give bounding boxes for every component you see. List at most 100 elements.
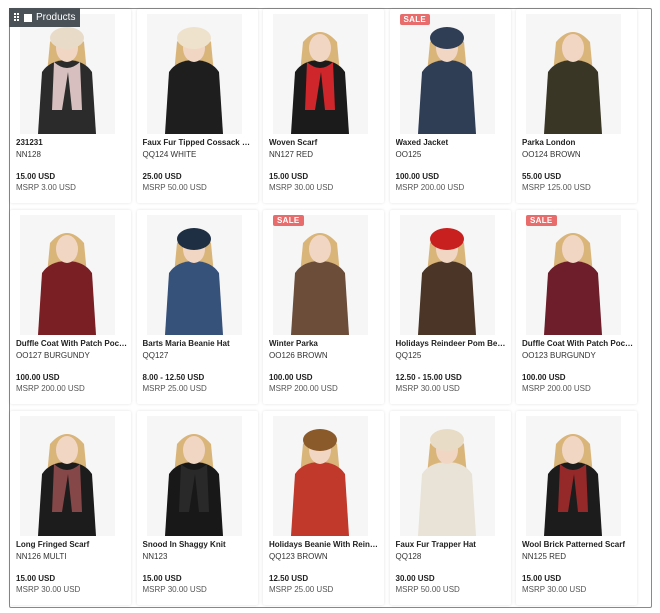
model-illustration-icon	[273, 215, 368, 335]
model-illustration-icon	[20, 215, 115, 335]
product-card[interactable]: Barts Maria Beanie Hat QQ127 8.00 - 12.50 …	[136, 210, 258, 404]
product-name[interactable]: Holidays Reindeer Pom Beanie	[396, 339, 508, 348]
product-name[interactable]: Winter Parka	[269, 339, 381, 348]
product-card[interactable]: Holidays Reindeer Pom Beanie QQ125 12.50 -…	[389, 210, 511, 404]
model-illustration-icon	[399, 416, 495, 536]
product-msrp: MSRP 25.00 USD	[269, 585, 334, 594]
model-illustration-icon	[526, 215, 621, 335]
product-name[interactable]: Long Fringed Scarf	[16, 540, 128, 549]
drag-handle-icon[interactable]	[14, 13, 20, 22]
model-illustration-icon	[20, 14, 115, 134]
product-code: QQ127	[142, 351, 169, 360]
product-price: 15.00 USD	[269, 172, 309, 181]
product-name[interactable]: Duffle Coat With Patch Pockets	[522, 339, 634, 348]
product-card[interactable]: SALE Waxed Jacket OO125 100.00 USD MSRP 200.…	[389, 9, 511, 203]
product-msrp: MSRP 200.00 USD	[269, 384, 338, 393]
product-image[interactable]	[399, 215, 495, 335]
panel-title: Products	[36, 12, 76, 23]
product-name[interactable]: Snood In Shaggy Knit	[143, 540, 255, 549]
product-image[interactable]: SALE	[399, 14, 495, 134]
product-image[interactable]	[146, 215, 242, 335]
product-card[interactable]: 231231 NN128 15.00 USD MSRP 3.00 USD	[10, 9, 131, 203]
product-price: 15.00 USD	[142, 574, 182, 583]
sale-badge: SALE	[273, 215, 304, 226]
products-tag[interactable]: Products	[9, 8, 80, 27]
product-code: NN125 RED	[522, 552, 567, 561]
product-name[interactable]: Wool Brick Patterned Scarf	[522, 540, 634, 549]
product-price: 30.00 USD	[395, 574, 435, 583]
product-price: 100.00 USD	[269, 373, 313, 382]
product-price: 8.00 - 12.50 USD	[142, 373, 205, 382]
product-code: OO127 BURGUNDY	[16, 351, 90, 360]
product-code: OO125	[395, 150, 422, 159]
product-msrp: MSRP 50.00 USD	[142, 183, 207, 192]
product-name[interactable]: Barts Maria Beanie Hat	[143, 339, 255, 348]
product-name[interactable]: Duffle Coat With Patch Pockets	[16, 339, 128, 348]
product-price: 12.50 USD	[269, 574, 309, 583]
model-illustration-icon	[20, 416, 115, 536]
product-card[interactable]: SALE Winter Parka OO126 BROWN 100.00 USD MSR…	[263, 210, 384, 404]
product-code: QQ128	[395, 552, 422, 561]
product-name[interactable]: Holidays Beanie With Reindeer Ears	[269, 540, 381, 549]
product-card[interactable]: Long Fringed Scarf NN126 MULTI 15.00 USD MS…	[10, 411, 131, 605]
model-illustration-icon	[399, 14, 495, 134]
product-image[interactable]	[526, 416, 621, 536]
product-card[interactable]: Parka London OO124 BROWN 55.00 USD MSRP 125…	[516, 9, 637, 203]
product-card[interactable]: Holidays Beanie With Reindeer Ears QQ123 …	[263, 411, 384, 605]
product-image[interactable]	[273, 416, 368, 536]
model-illustration-icon	[273, 416, 368, 536]
model-illustration-icon	[146, 215, 242, 335]
product-card[interactable]: Wool Brick Patterned Scarf NN125 RED 15.00…	[516, 411, 637, 605]
product-card[interactable]: SALE Duffle Coat With Patch Pockets OO123 …	[516, 210, 637, 404]
product-code: QQ123 BROWN	[269, 552, 328, 561]
product-card[interactable]: Snood In Shaggy Knit NN123 15.00 USD MSRP 3…	[136, 411, 258, 605]
product-card[interactable]: Faux Fur Trapper Hat QQ128 30.00 USD MSRP 5…	[389, 411, 511, 605]
product-code: OO123 BURGUNDY	[522, 351, 596, 360]
product-card[interactable]: Duffle Coat With Patch Pockets OO127 BURG…	[10, 210, 131, 404]
product-card[interactable]: Woven Scarf NN127 RED 15.00 USD MSRP 30.00 …	[263, 9, 384, 203]
product-msrp: MSRP 30.00 USD	[395, 384, 460, 393]
product-image[interactable]	[273, 14, 368, 134]
product-msrp: MSRP 30.00 USD	[142, 585, 207, 594]
product-msrp: MSRP 200.00 USD	[522, 384, 591, 393]
product-image[interactable]: SALE	[526, 215, 621, 335]
product-msrp: MSRP 25.00 USD	[142, 384, 207, 393]
product-name[interactable]: Parka London	[522, 138, 634, 147]
product-image[interactable]	[20, 215, 115, 335]
product-msrp: MSRP 30.00 USD	[522, 585, 587, 594]
product-price: 15.00 USD	[16, 574, 56, 583]
product-code: OO126 BROWN	[269, 351, 328, 360]
block-icon	[24, 13, 32, 22]
product-name[interactable]: Woven Scarf	[269, 138, 381, 147]
product-name[interactable]: Waxed Jacket	[396, 138, 508, 147]
product-msrp: MSRP 200.00 USD	[16, 384, 85, 393]
product-image[interactable]	[526, 14, 621, 134]
model-illustration-icon	[526, 416, 621, 536]
product-price: 12.50 - 15.00 USD	[395, 373, 462, 382]
product-code: NN123	[142, 552, 168, 561]
product-image[interactable]	[20, 14, 115, 134]
product-price: 55.00 USD	[522, 172, 562, 181]
product-price: 100.00 USD	[395, 172, 440, 181]
product-image[interactable]	[146, 14, 242, 134]
product-image[interactable]	[399, 416, 495, 536]
model-illustration-icon	[399, 215, 495, 335]
product-image[interactable]: SALE	[273, 215, 368, 335]
product-name[interactable]: 231231	[16, 138, 128, 147]
product-code: OO124 BROWN	[522, 150, 581, 159]
product-name[interactable]: Faux Fur Trapper Hat	[396, 540, 508, 549]
model-illustration-icon	[146, 416, 242, 536]
model-illustration-icon	[273, 14, 368, 134]
sale-badge: SALE	[526, 215, 557, 226]
product-price: 25.00 USD	[142, 172, 182, 181]
product-msrp: MSRP 3.00 USD	[16, 183, 76, 192]
product-name[interactable]: Faux Fur Tipped Cossack Hat	[143, 138, 255, 147]
product-price: 15.00 USD	[522, 574, 562, 583]
sale-badge: SALE	[399, 14, 431, 25]
product-image[interactable]	[146, 416, 242, 536]
product-code: NN126 MULTI	[16, 552, 67, 561]
product-price: 100.00 USD	[522, 373, 566, 382]
product-card[interactable]: Faux Fur Tipped Cossack Hat QQ124 WHITE 25…	[136, 9, 258, 203]
product-image[interactable]	[20, 416, 115, 536]
product-msrp: MSRP 50.00 USD	[395, 585, 460, 594]
